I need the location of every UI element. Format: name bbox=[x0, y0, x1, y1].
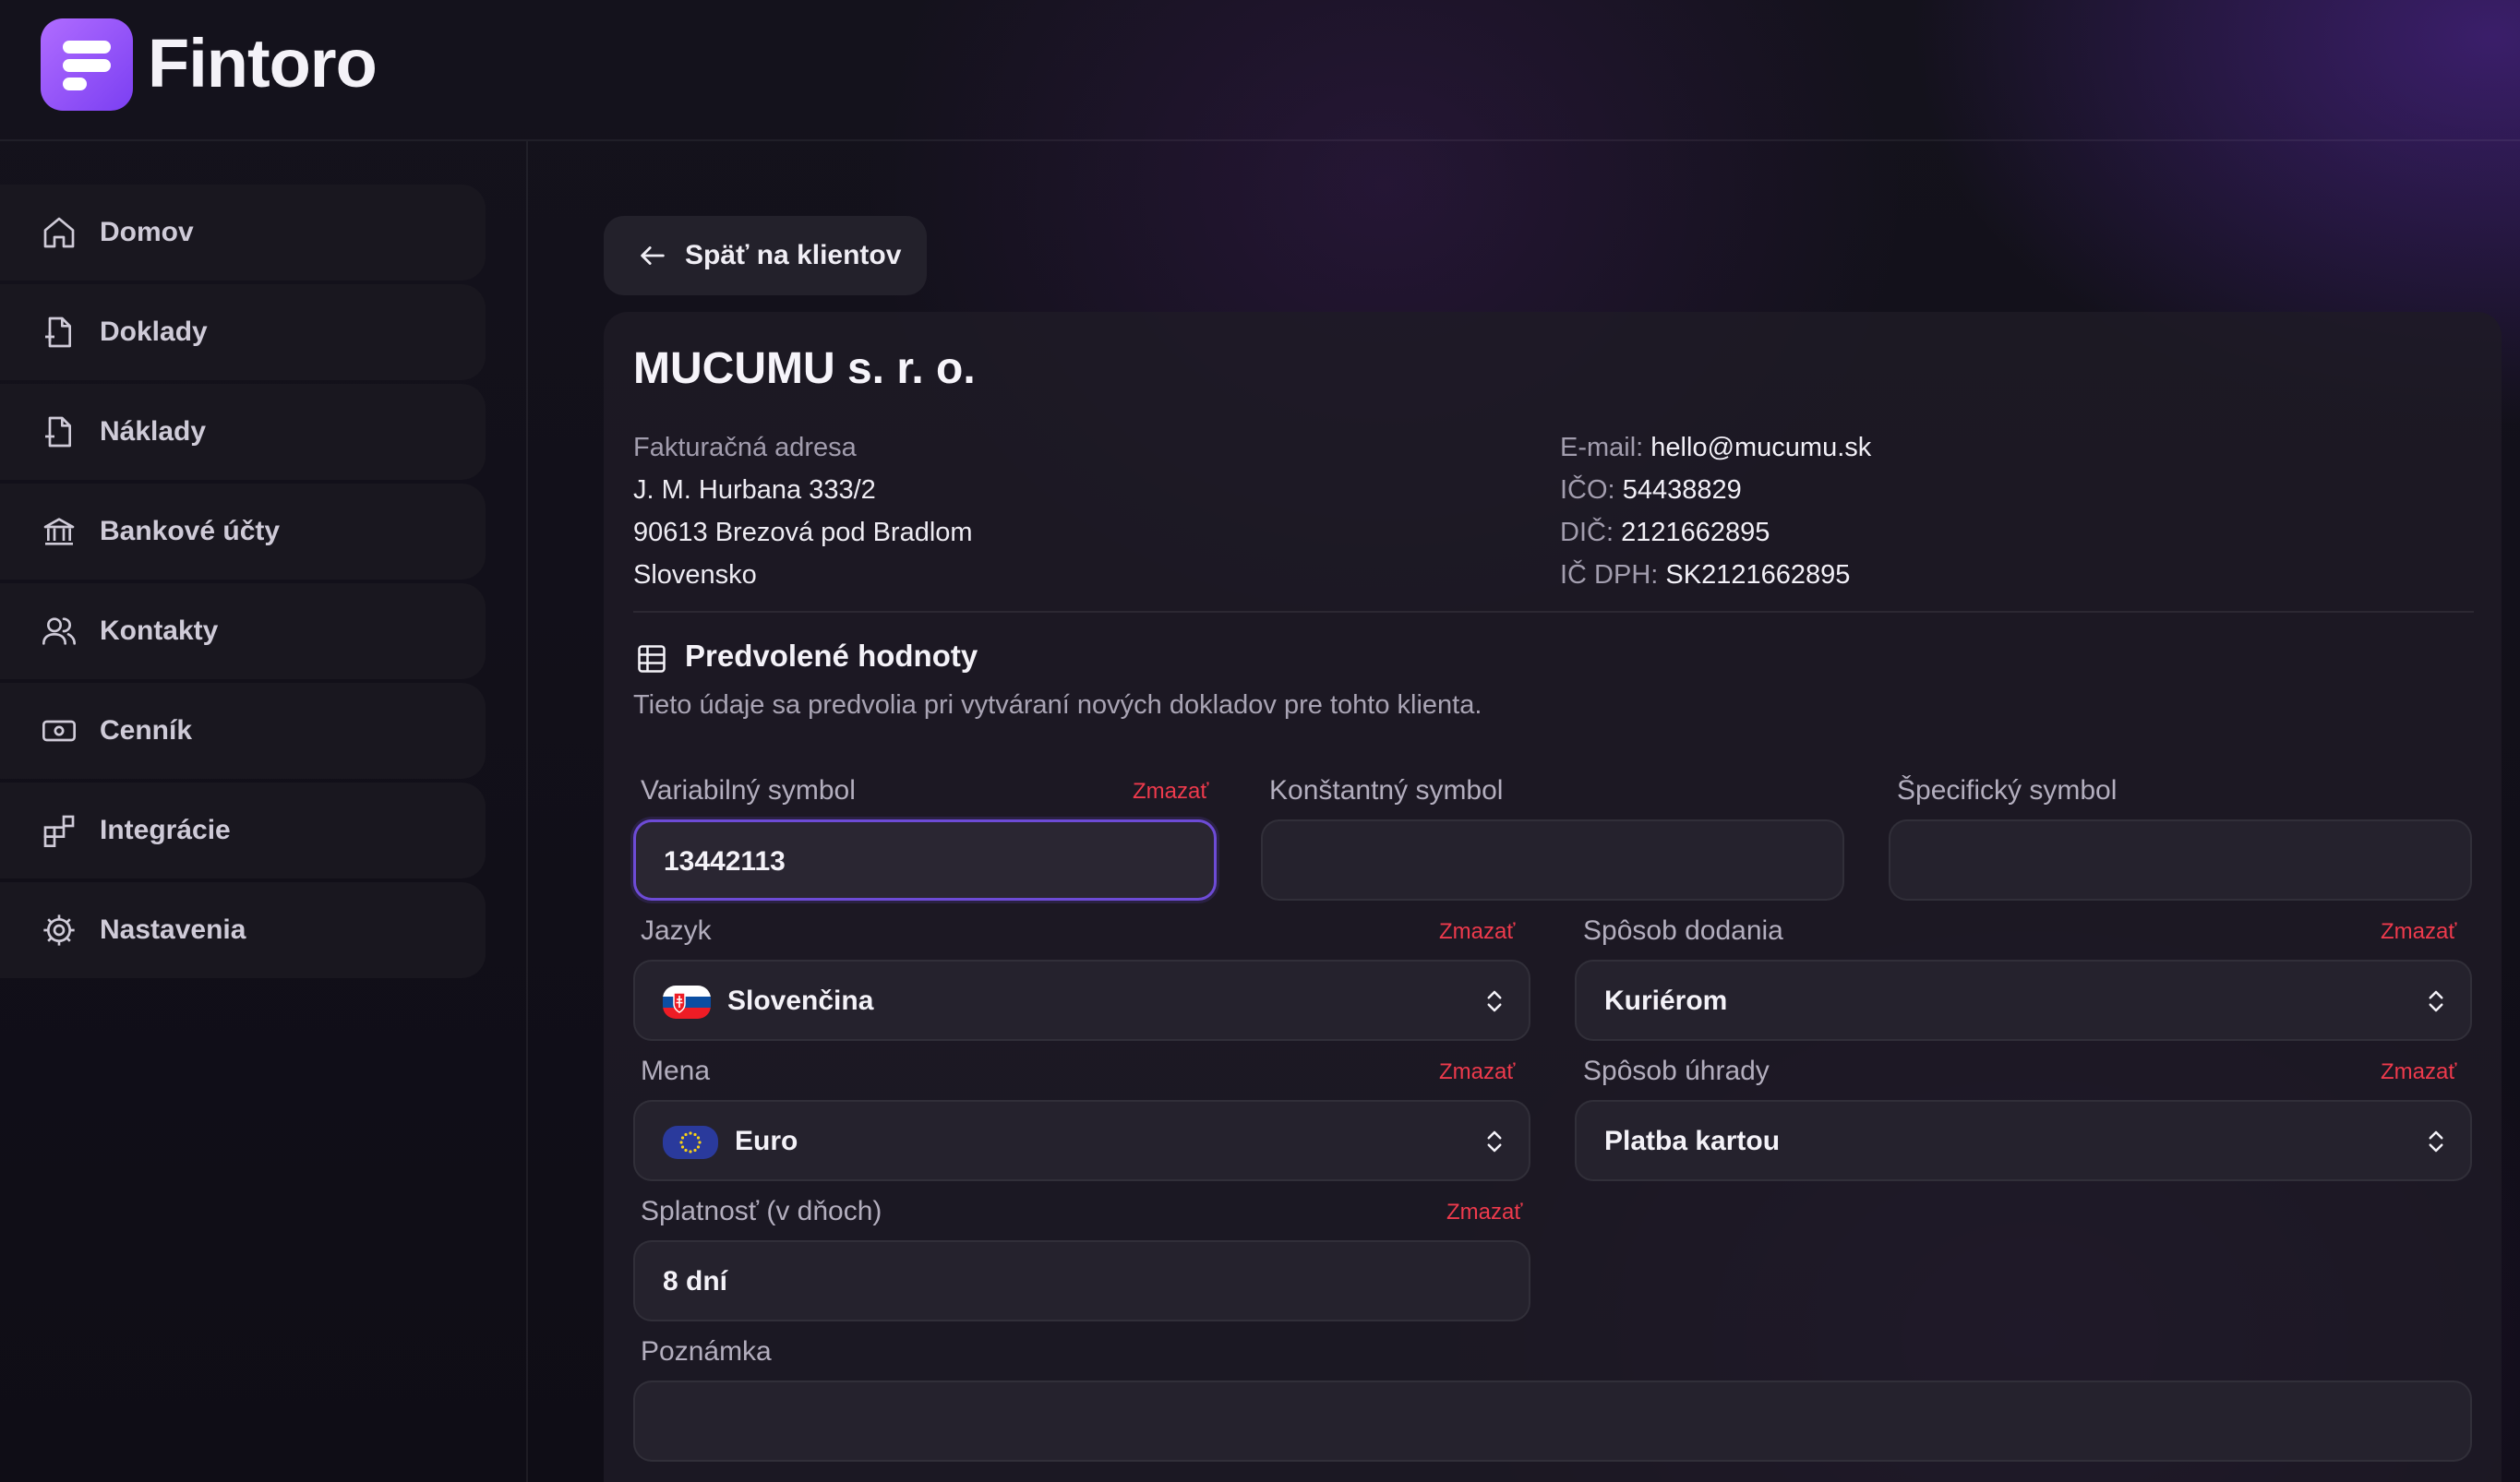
integrations-icon bbox=[43, 815, 75, 847]
constant-symbol-label: Konštantný symbol bbox=[1269, 775, 1504, 806]
app-name[interactable]: Fintoro bbox=[148, 24, 378, 102]
sidebar-item-kontakty[interactable]: Kontakty bbox=[0, 583, 486, 679]
delivery-clear-button[interactable]: Zmazať bbox=[2381, 919, 2456, 945]
gear-icon bbox=[43, 914, 75, 946]
email-value[interactable]: hello@mucumu.sk bbox=[1650, 433, 1871, 462]
back-to-clients-button[interactable]: Späť na klientov bbox=[604, 216, 927, 295]
address-label: Fakturačná adresa bbox=[633, 433, 857, 462]
specific-symbol-label: Špecifický symbol bbox=[1897, 775, 2118, 806]
sidebar-item-label: Domov bbox=[100, 217, 194, 247]
ico-value: 54438829 bbox=[1622, 475, 1742, 505]
payment-clear-button[interactable]: Zmazať bbox=[2381, 1059, 2456, 1085]
payment-value: Platba kartou bbox=[1604, 1126, 1781, 1156]
sidebar-item-label: Cenník bbox=[100, 715, 193, 746]
payment-select[interactable]: Platba kartou bbox=[1575, 1100, 2472, 1181]
document-minus-icon bbox=[45, 416, 71, 448]
delivery-label: Spôsob dodania bbox=[1583, 915, 1783, 946]
client-identifiers: E-mail: hello@mucumu.sk IČO: 54438829 DI… bbox=[1560, 426, 1871, 596]
slovakia-flag-icon bbox=[663, 986, 711, 1019]
currency-select[interactable]: Euro bbox=[633, 1100, 1530, 1181]
table-icon bbox=[638, 645, 666, 673]
delivery-select[interactable]: Kuriérom bbox=[1575, 960, 2472, 1041]
sidebar-item-label: Doklady bbox=[100, 317, 208, 347]
dic-value: 2121662895 bbox=[1621, 518, 1770, 547]
language-label: Jazyk bbox=[641, 915, 712, 946]
currency-clear-button[interactable]: Zmazať bbox=[1439, 1059, 1515, 1085]
sidebar-divider bbox=[526, 141, 528, 1482]
chevron-up-down-icon bbox=[1487, 1130, 1502, 1153]
note-label: Poznámka bbox=[641, 1336, 772, 1367]
due-days-label: Splatnosť (v dňoch) bbox=[641, 1196, 882, 1226]
variable-symbol-label: Variabilný symbol bbox=[641, 775, 856, 806]
address-street: J. M. Hurbana 333/2 bbox=[633, 475, 876, 505]
divider bbox=[633, 611, 2474, 613]
language-select[interactable]: Slovenčina bbox=[633, 960, 1530, 1041]
language-value: Slovenčina bbox=[727, 986, 874, 1016]
payment-label: Spôsob úhrady bbox=[1583, 1056, 1770, 1086]
email-label: E-mail: bbox=[1560, 433, 1644, 462]
logo-icon[interactable] bbox=[41, 18, 133, 111]
constant-symbol-input[interactable] bbox=[1261, 819, 1844, 901]
icdph-label: IČ DPH: bbox=[1560, 560, 1659, 590]
variable-symbol-value: 13442113 bbox=[664, 846, 786, 877]
sidebar-item-cennik[interactable]: Cenník bbox=[0, 683, 486, 779]
defaults-description: Tieto údaje sa predvolia pri vytváraní n… bbox=[633, 690, 1482, 720]
sidebar-item-label: Integrácie bbox=[100, 815, 231, 845]
sidebar-item-integracie[interactable]: Integrácie bbox=[0, 783, 486, 878]
client-name: MUCUMU s. r. o. bbox=[633, 344, 976, 393]
defaults-title: Predvolené hodnoty bbox=[685, 639, 978, 673]
address-country: Slovensko bbox=[633, 560, 757, 590]
ico-label: IČO: bbox=[1560, 475, 1615, 505]
sidebar-item-label: Náklady bbox=[100, 416, 207, 447]
sidebar-item-label: Kontakty bbox=[100, 616, 219, 646]
back-button-label: Späť na klientov bbox=[685, 240, 902, 270]
due-days-clear-button[interactable]: Zmazať bbox=[1446, 1200, 1522, 1225]
arrow-left-icon bbox=[641, 246, 665, 265]
chevron-up-down-icon bbox=[2429, 1130, 2443, 1153]
specific-symbol-input[interactable] bbox=[1889, 819, 2472, 901]
banknote-icon bbox=[42, 720, 76, 742]
sidebar-item-label: Bankové účty bbox=[100, 516, 281, 546]
currency-label: Mena bbox=[641, 1056, 711, 1086]
home-icon bbox=[43, 217, 75, 248]
bank-icon bbox=[43, 518, 75, 545]
top-bar: Fintoro bbox=[0, 0, 2520, 141]
variable-symbol-clear-button[interactable]: Zmazať bbox=[1133, 779, 1208, 805]
address-city: 90613 Brezová pod Bradlom bbox=[633, 518, 973, 547]
sidebar-item-naklady[interactable]: Náklady bbox=[0, 384, 486, 480]
currency-value: Euro bbox=[735, 1126, 798, 1156]
billing-address: Fakturačná adresa J. M. Hurbana 333/2 90… bbox=[633, 426, 973, 596]
variable-symbol-input[interactable]: 13442113 bbox=[633, 819, 1217, 901]
sidebar-item-domov[interactable]: Domov bbox=[0, 185, 486, 281]
due-days-input[interactable]: 8 dní bbox=[633, 1240, 1530, 1321]
chevron-up-down-icon bbox=[1487, 990, 1502, 1012]
sidebar: Domov Doklady Náklady Bankové účty Konta… bbox=[0, 185, 486, 982]
sidebar-item-label: Nastavenia bbox=[100, 914, 246, 945]
eu-flag-icon bbox=[663, 1126, 718, 1159]
note-input[interactable] bbox=[633, 1380, 2472, 1462]
delivery-value: Kuriérom bbox=[1604, 986, 1728, 1016]
sidebar-item-doklady[interactable]: Doklady bbox=[0, 284, 486, 380]
language-clear-button[interactable]: Zmazať bbox=[1439, 919, 1515, 945]
chevron-up-down-icon bbox=[2429, 990, 2443, 1012]
dic-label: DIČ: bbox=[1560, 518, 1614, 547]
icdph-value: SK2121662895 bbox=[1665, 560, 1851, 590]
sidebar-item-bankove-ucty[interactable]: Bankové účty bbox=[0, 484, 486, 580]
sidebar-item-nastavenia[interactable]: Nastavenia bbox=[0, 882, 486, 978]
document-add-icon bbox=[45, 317, 71, 348]
users-icon bbox=[42, 617, 76, 645]
due-days-value: 8 dní bbox=[663, 1266, 728, 1297]
